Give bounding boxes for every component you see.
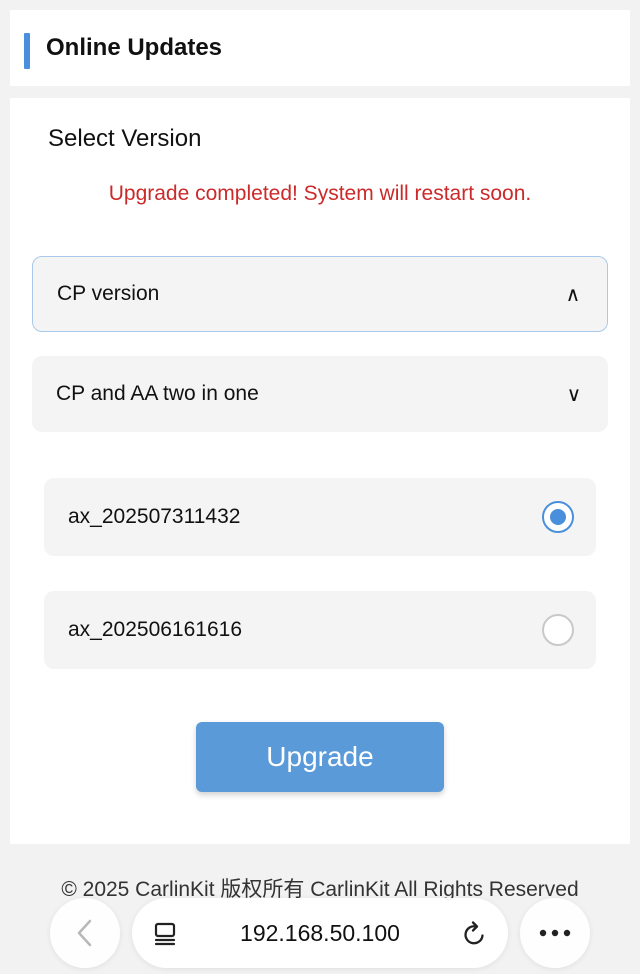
version-option[interactable]: ax_202506161616 — [44, 591, 596, 669]
section-label: Select Version — [48, 125, 202, 152]
radio-unselected[interactable] — [542, 614, 574, 646]
back-arrow-icon — [77, 919, 92, 947]
update-card: Select Version Upgrade completed! System… — [10, 98, 630, 844]
radio-selected[interactable] — [542, 501, 574, 533]
reload-icon[interactable] — [462, 919, 488, 947]
chevron-up-icon: ∧ — [565, 283, 581, 306]
accordion-cp-version[interactable]: CP version ∧ — [32, 256, 608, 332]
chevron-down-icon: ∨ — [566, 383, 582, 406]
version-label: ax_202507311432 — [68, 505, 241, 528]
back-button[interactable] — [50, 898, 120, 968]
upgrade-button[interactable]: Upgrade — [196, 722, 444, 792]
url-text: 192.168.50.100 — [240, 920, 400, 946]
header-accent-bar — [24, 33, 30, 69]
accordion-label: CP and AA two in one — [56, 382, 259, 405]
browser-toolbar: 192.168.50.100 — [0, 896, 640, 974]
accordion-label: CP version — [57, 282, 160, 305]
page-title: Online Updates — [46, 34, 223, 61]
more-button[interactable] — [520, 898, 590, 968]
accordion-cp-aa[interactable]: CP and AA two in one ∨ — [32, 356, 608, 432]
page-header: Online Updates — [10, 10, 630, 86]
version-option[interactable]: ax_202507311432 — [44, 478, 596, 556]
version-label: ax_202506161616 — [68, 618, 243, 641]
address-bar[interactable]: 192.168.50.100 — [132, 898, 508, 968]
more-icon — [539, 929, 571, 937]
status-message: Upgrade completed! System will restart s… — [108, 182, 532, 205]
